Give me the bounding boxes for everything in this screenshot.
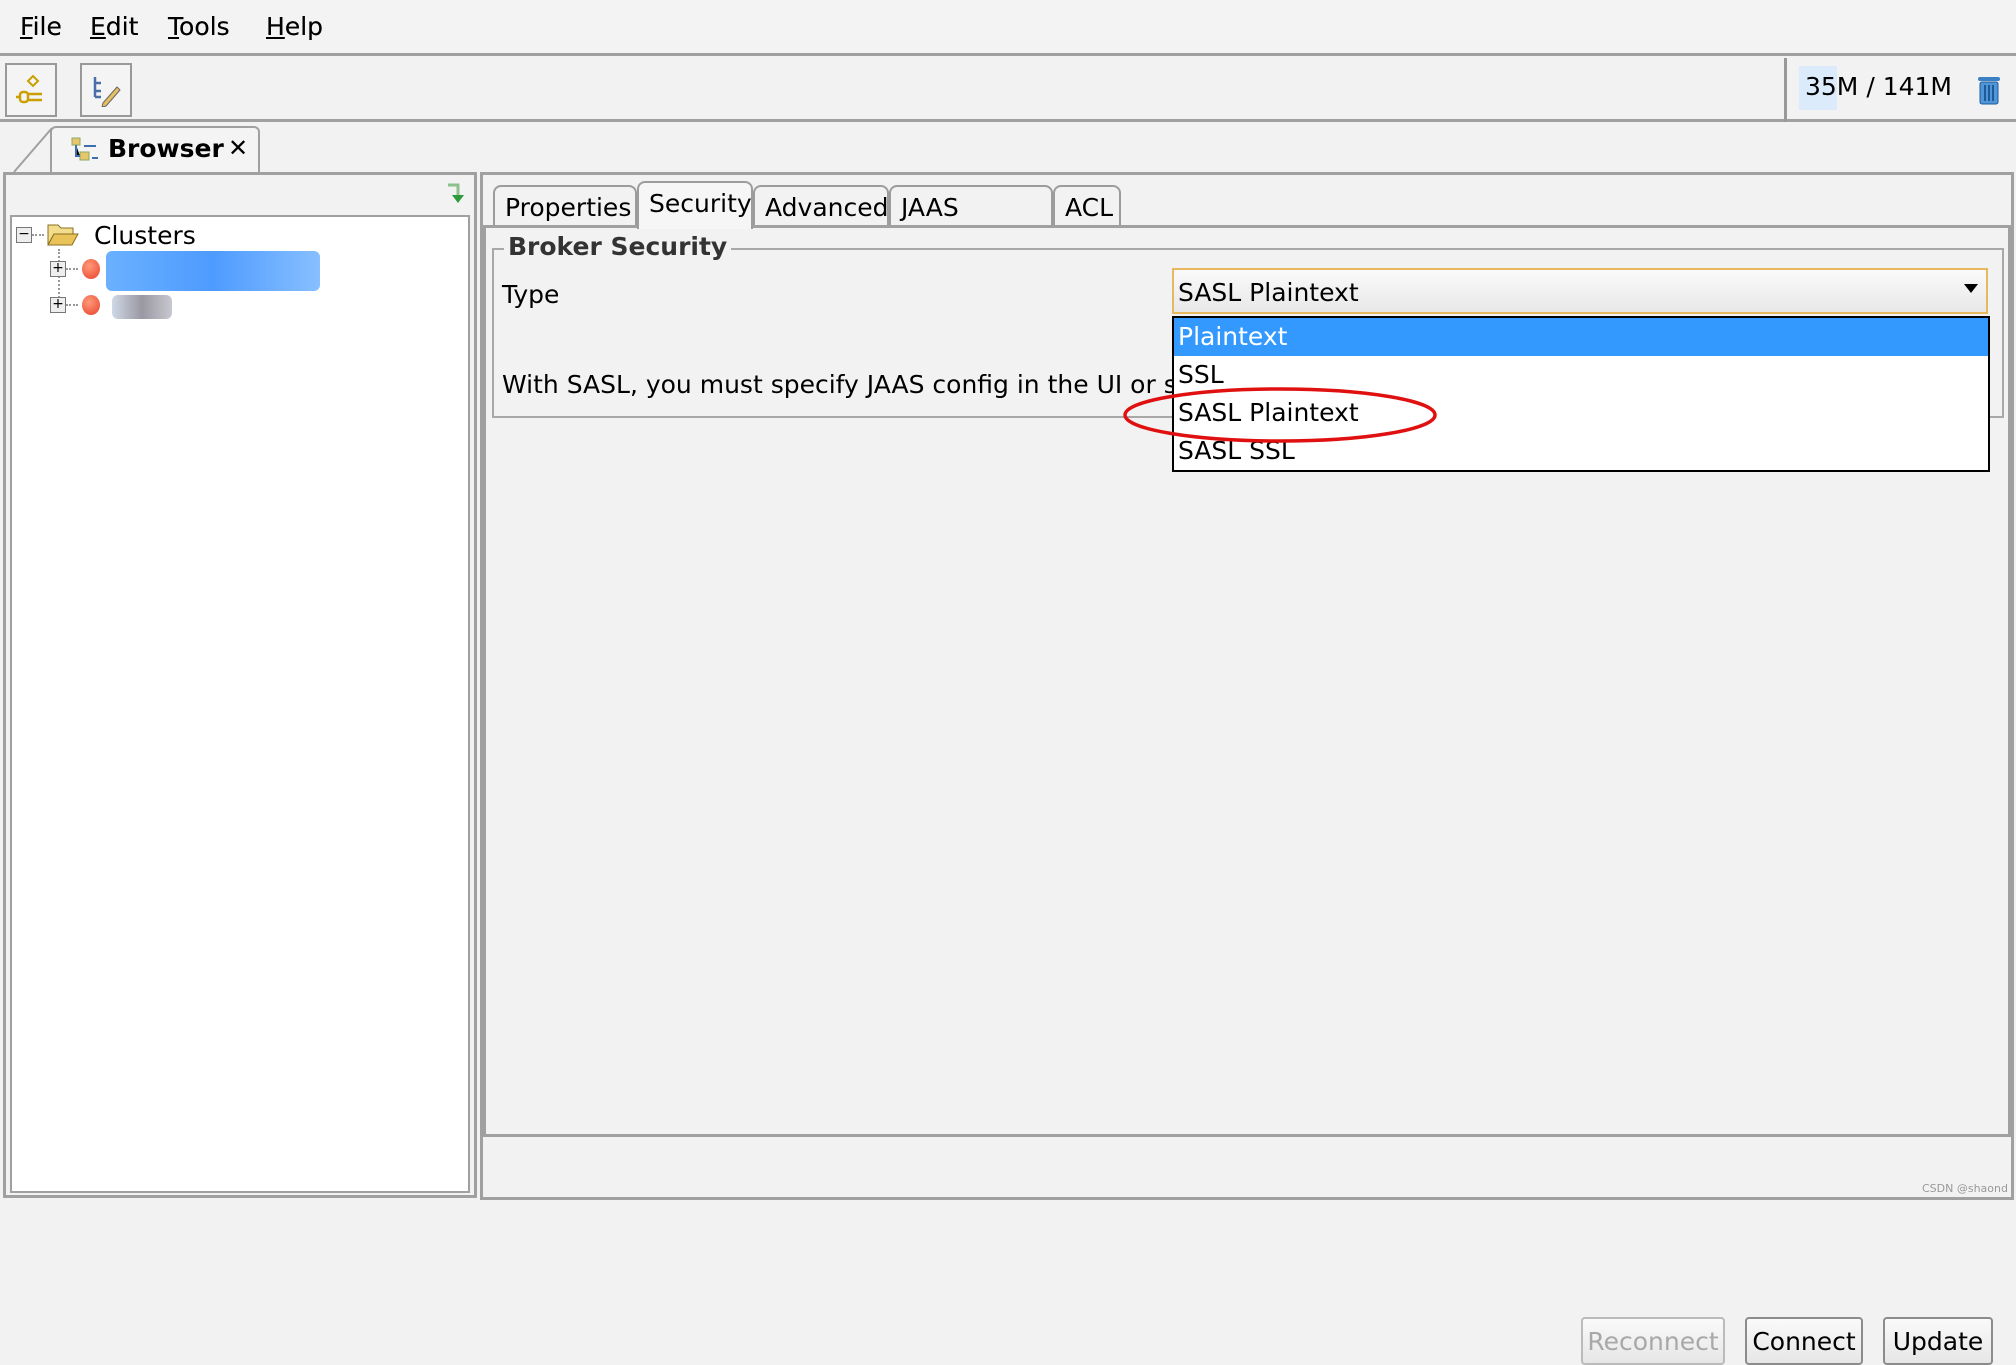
redacted-cluster-name xyxy=(106,251,320,291)
watermark: CSDN @shaond xyxy=(1922,1182,2008,1195)
menu-bar: File File Edit Edit Tools Tools Help Hel… xyxy=(0,0,2016,56)
tab-acl[interactable]: ACL xyxy=(1053,185,1121,227)
type-select[interactable]: SASL Plaintext xyxy=(1172,268,1988,314)
menu-label: Edit xyxy=(90,12,139,41)
connect-button[interactable]: Connect xyxy=(1745,1317,1863,1365)
reconnect-button[interactable]: Reconnect xyxy=(1581,1317,1725,1365)
browser-icon xyxy=(71,137,98,161)
status-disconnected-icon xyxy=(82,295,100,315)
tab-properties[interactable]: Properties xyxy=(493,185,637,227)
edit-tree-icon xyxy=(93,77,121,107)
type-select-value: SASL Plaintext xyxy=(1178,278,1359,307)
tree-root-label[interactable]: Clusters xyxy=(94,221,196,250)
redacted-cluster-name xyxy=(112,295,172,319)
collapse-toggle[interactable]: − xyxy=(16,227,32,243)
toolbar: 35M / 141M xyxy=(0,58,2016,122)
tree-line xyxy=(66,304,78,306)
tab-browser[interactable]: Browser ✕ xyxy=(50,126,260,172)
menu-label: Tools xyxy=(168,12,230,41)
red-annotation-ellipse xyxy=(1123,387,1437,443)
trash-icon xyxy=(1978,77,2000,105)
menu-edit[interactable]: Edit Edit xyxy=(90,12,146,44)
tab-browser-label: Browser xyxy=(108,134,224,163)
folder-open-icon xyxy=(47,224,79,246)
menu-help[interactable]: Help Help xyxy=(266,12,326,44)
menu-label: File xyxy=(20,12,62,41)
cluster-tree: − Clusters + + xyxy=(10,215,470,1193)
sasl-note: With SASL, you must specify JAAS config … xyxy=(502,370,1222,399)
tree-line xyxy=(32,234,44,236)
tab-security[interactable]: Security xyxy=(637,181,753,229)
menu-label: Help xyxy=(266,12,323,41)
add-connection-button[interactable] xyxy=(5,63,57,117)
add-connection-icon xyxy=(16,74,42,104)
chevron-down-icon[interactable] xyxy=(1964,284,1978,293)
expand-toggle[interactable]: + xyxy=(50,297,66,313)
option-plaintext[interactable]: Plaintext xyxy=(1174,318,1988,356)
group-legend: Broker Security xyxy=(504,232,732,261)
edit-tree-button[interactable] xyxy=(80,63,132,117)
close-icon[interactable]: ✕ xyxy=(228,134,248,162)
tab-advanced[interactable]: Advanced xyxy=(753,185,889,227)
menu-file[interactable]: File File xyxy=(20,12,70,44)
expand-toggle[interactable]: + xyxy=(50,261,66,277)
cluster-browser-panel: − Clusters + + xyxy=(3,172,477,1198)
gc-button[interactable] xyxy=(1975,72,2003,112)
memory-indicator: 35M / 141M xyxy=(1784,58,2016,122)
type-label: Type xyxy=(502,280,560,309)
update-button[interactable]: Update xyxy=(1883,1317,1993,1365)
tree-node-cluster[interactable]: + xyxy=(50,251,350,291)
tree-line xyxy=(66,268,78,270)
tab-jaas-config[interactable]: JAAS Config xyxy=(889,185,1053,251)
tree-node-cluster[interactable]: + xyxy=(50,291,350,319)
memory-text: 35M / 141M xyxy=(1805,72,1952,101)
status-disconnected-icon xyxy=(82,259,100,279)
menu-tools[interactable]: Tools Tools xyxy=(168,12,244,44)
refresh-arrow-icon[interactable] xyxy=(444,181,470,207)
